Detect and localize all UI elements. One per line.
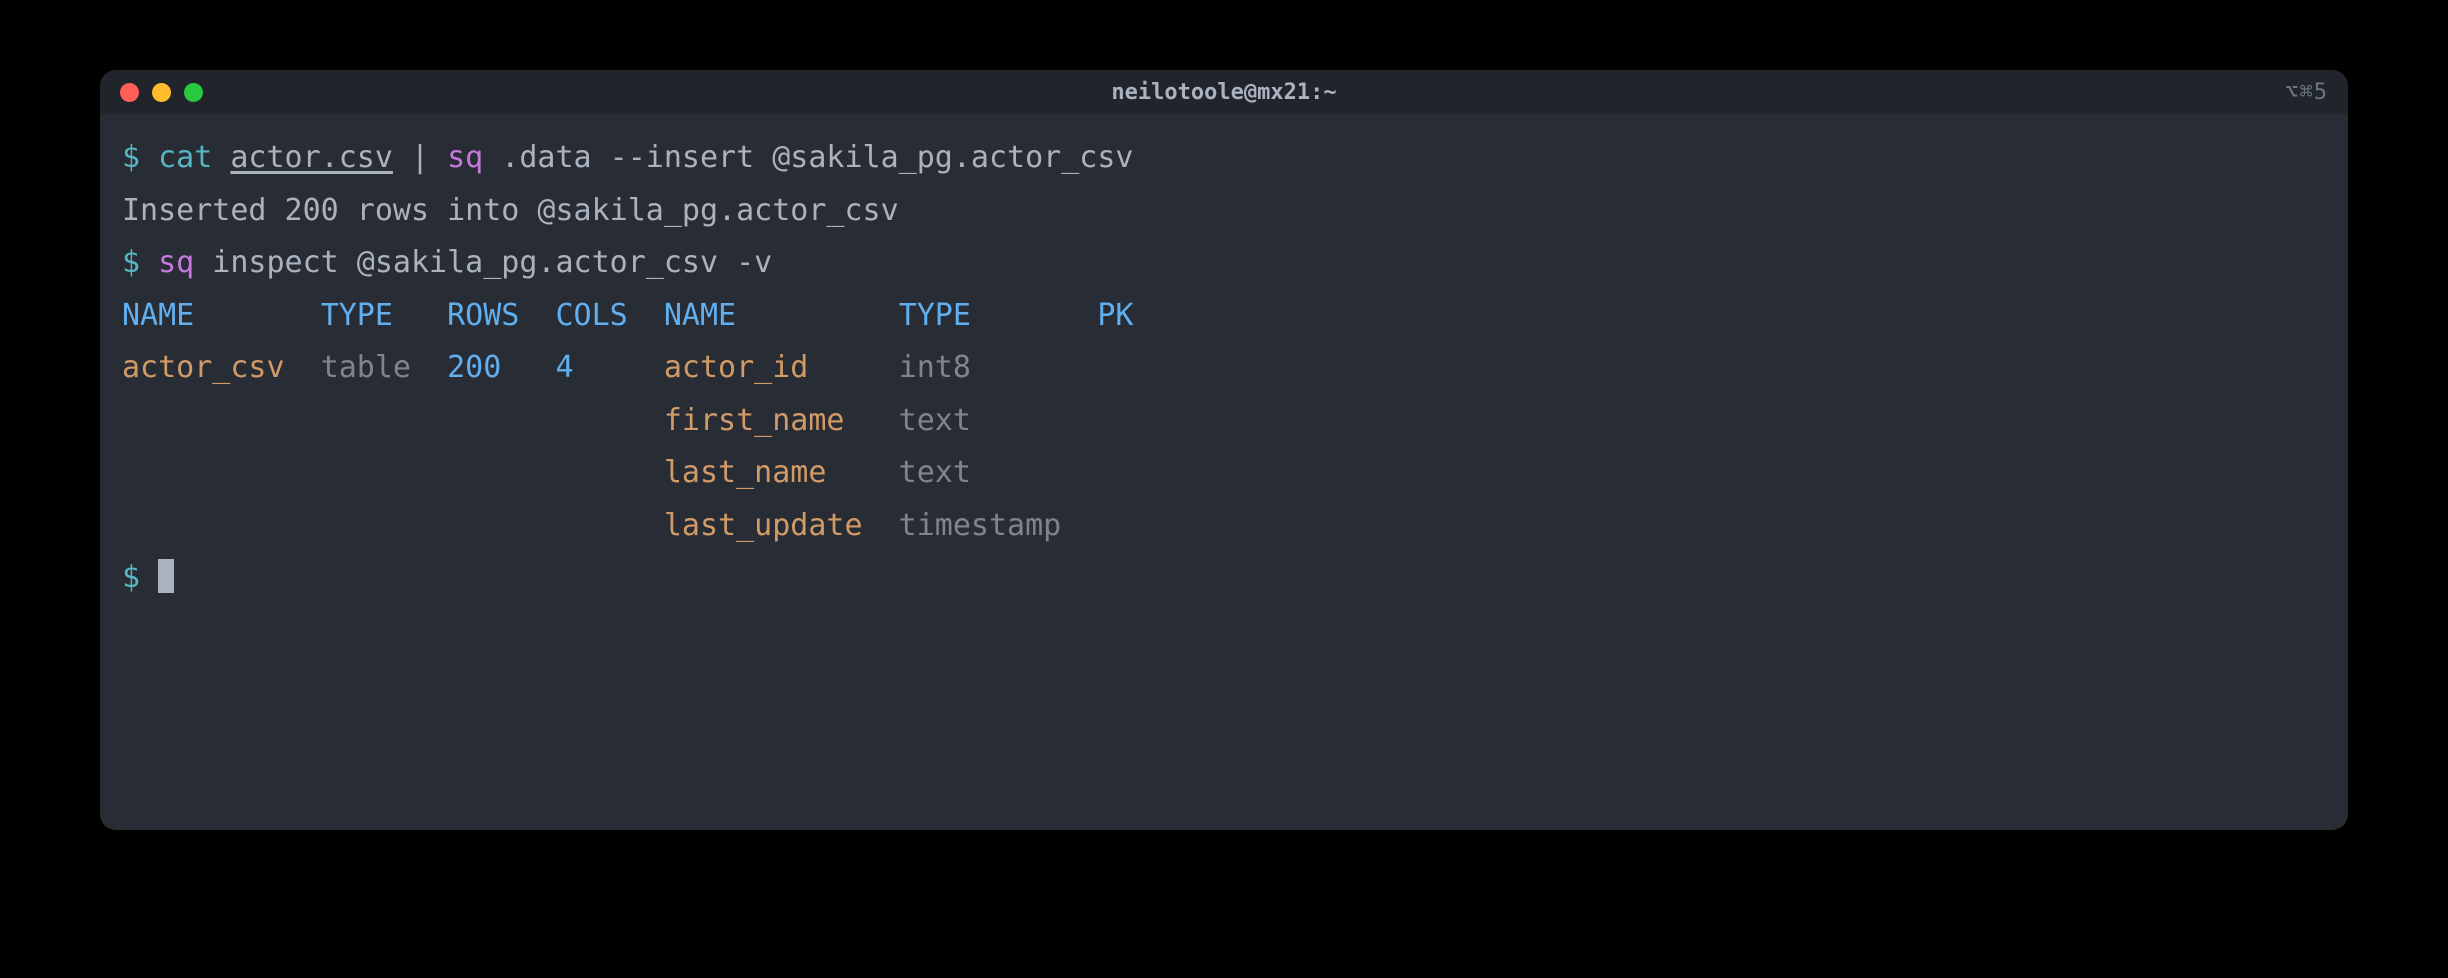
cmd-args: inspect @sakila_pg.actor_csv -v	[194, 245, 772, 280]
column-name: first_name	[664, 403, 845, 438]
prompt-symbol: $	[122, 560, 140, 595]
cmd-cat: cat	[158, 140, 212, 175]
cmd-sq: sq	[447, 140, 483, 175]
cmd-args: .data --insert @sakila_pg.actor_csv	[483, 140, 1133, 175]
window-title: neilotoole@mx21:~	[100, 80, 2348, 105]
close-icon[interactable]	[120, 83, 139, 102]
terminal-window: neilotoole@mx21:~ ⌥⌘5 $ cat actor.csv | …	[100, 70, 2348, 830]
prompt-symbol: $	[122, 140, 140, 175]
column-name: actor_id	[664, 350, 809, 385]
column-type: int8	[899, 350, 971, 385]
table-cols: 4	[556, 350, 574, 385]
table-type: table	[321, 350, 411, 385]
cursor-icon	[158, 559, 174, 593]
prompt-symbol: $	[122, 245, 140, 280]
minimize-icon[interactable]	[152, 83, 171, 102]
cmd-file-arg: actor.csv	[230, 140, 393, 175]
column-name: last_name	[664, 455, 827, 490]
column-type: timestamp	[899, 508, 1062, 543]
cmd-sq: sq	[158, 245, 194, 280]
traffic-lights	[120, 83, 203, 102]
shortcut-hint: ⌥⌘5	[2285, 80, 2328, 105]
column-name: last_update	[664, 508, 863, 543]
table-name: actor_csv	[122, 350, 285, 385]
col-header-name: NAME TYPE ROWS COLS NAME TYPE PK	[122, 298, 1134, 333]
terminal-body[interactable]: $ cat actor.csv | sq .data --insert @sak…	[100, 114, 2348, 830]
output-line: Inserted 200 rows into @sakila_pg.actor_…	[122, 193, 899, 228]
pipe-symbol: |	[393, 140, 447, 175]
table-rows: 200	[447, 350, 501, 385]
column-type: text	[899, 455, 971, 490]
titlebar: neilotoole@mx21:~ ⌥⌘5	[100, 70, 2348, 114]
maximize-icon[interactable]	[184, 83, 203, 102]
column-type: text	[899, 403, 971, 438]
